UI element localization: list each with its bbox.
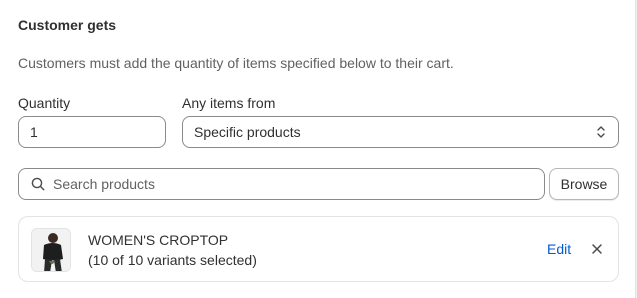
any-items-select[interactable]: Specific products	[182, 116, 619, 148]
quantity-value: 1	[30, 124, 38, 140]
quantity-label: Quantity	[18, 95, 71, 111]
browse-button[interactable]: Browse	[549, 168, 619, 200]
customer-gets-card: Customer gets Customers must add the qua…	[0, 0, 636, 298]
quantity-input[interactable]: 1	[18, 116, 166, 148]
any-items-selected-value: Specific products	[194, 124, 301, 140]
search-placeholder: Search products	[53, 176, 155, 192]
section-title: Customer gets	[18, 17, 117, 33]
section-description: Customers must add the quantity of items…	[18, 55, 454, 71]
product-thumbnail	[31, 228, 71, 272]
any-items-label: Any items from	[182, 95, 276, 111]
select-chevron-icon	[596, 124, 606, 140]
product-name: WOMEN'S CROPTOP	[88, 232, 229, 248]
product-variants: (10 of 10 variants selected)	[88, 252, 257, 268]
product-list-item: WOMEN'S CROPTOP (10 of 10 variants selec…	[18, 216, 619, 282]
search-input[interactable]: Search products	[18, 168, 545, 200]
search-icon	[31, 177, 45, 191]
close-icon[interactable]	[590, 242, 604, 256]
edit-product-link[interactable]: Edit	[547, 241, 571, 257]
